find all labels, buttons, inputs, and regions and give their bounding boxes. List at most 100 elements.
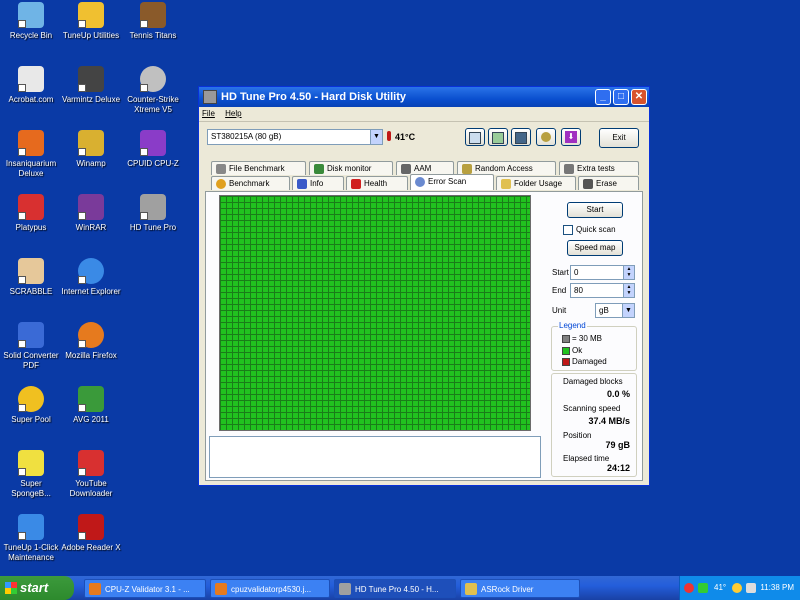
tab-disk-monitor[interactable]: Disk monitor — [309, 161, 393, 175]
legend-swatch-green — [562, 346, 570, 355]
folder-icon — [465, 583, 477, 595]
hd-tune-pro-icon[interactable]: HD Tune Pro — [122, 194, 184, 233]
drive-select[interactable]: ST380215A (80 gB) ▼ — [207, 129, 383, 145]
spin-arrows-icon[interactable]: ▲ ▼ — [623, 266, 634, 279]
acrobat-com-icon[interactable]: Acrobat.com — [0, 66, 62, 105]
legend-item-block-size: = 30 MB — [562, 334, 602, 343]
tennis-titans-icon[interactable]: Tennis Titans — [122, 2, 184, 41]
app-icon — [203, 90, 217, 104]
trash-icon — [583, 178, 593, 189]
tab-file-benchmark[interactable]: File Benchmark — [211, 161, 306, 175]
copy-image-button[interactable] — [488, 128, 508, 146]
folder-icon — [501, 178, 511, 189]
list-icon — [564, 163, 574, 174]
taskbar-item-cpuz-validator[interactable]: CPU-Z Validator 3.1 - ... — [84, 579, 206, 598]
start-field-label: Start — [552, 268, 569, 277]
start-button[interactable]: start — [0, 576, 74, 600]
winrar-icon[interactable]: WinRAR — [60, 194, 122, 233]
youtube-downloader-icon[interactable]: YouTube Downloader — [60, 450, 122, 499]
scanning-speed-value: 37.4 MB/s — [588, 416, 630, 426]
varmintz-icon[interactable]: Varmintz Deluxe — [60, 66, 122, 105]
quick-scan-checkbox[interactable]: Quick scan — [563, 225, 616, 235]
super-spongebob-icon[interactable]: Super SpongeB... — [0, 450, 62, 499]
wrench-icon — [541, 132, 551, 142]
menu-file[interactable]: File — [202, 109, 215, 118]
copy-text-button[interactable] — [465, 128, 485, 146]
taskbar: start CPU-Z Validator 3.1 - ... cpuzvali… — [0, 576, 800, 600]
mozilla-firefox-icon[interactable]: Mozilla Firefox — [60, 322, 122, 361]
tray-safely-remove-icon[interactable] — [746, 583, 756, 593]
minimize-button[interactable]: _ — [595, 89, 611, 105]
firefox-image — [78, 322, 104, 348]
tuneup-1click-icon[interactable]: TuneUp 1-Click Maintenance — [0, 514, 62, 563]
taskbar-item-hdtune[interactable]: HD Tune Pro 4.50 - H... — [334, 579, 456, 598]
avg-2011-icon[interactable]: AVG 2011 — [60, 386, 122, 425]
magnifier-icon — [415, 176, 425, 187]
legend-item-damaged: Damaged — [562, 357, 607, 366]
acrobat-image — [18, 66, 44, 92]
window-title: HD Tune Pro 4.50 - Hard Disk Utility — [221, 91, 407, 103]
clipboard-icon — [492, 132, 504, 144]
position-value: 79 gB — [605, 440, 630, 450]
drive-select-value: ST380215A (80 gB) — [211, 132, 282, 141]
copy-icon — [469, 132, 481, 144]
elapsed-time-label: Elapsed time — [563, 454, 610, 463]
exit-button[interactable]: Exit — [599, 128, 639, 148]
tab-random-access[interactable]: Random Access — [457, 161, 556, 175]
tab-extra-tests[interactable]: Extra tests — [559, 161, 639, 175]
bulb-icon — [216, 178, 226, 189]
tab-benchmark[interactable]: Benchmark — [211, 176, 290, 190]
speed-map-button[interactable]: Speed map — [567, 240, 623, 256]
window-titlebar[interactable]: HD Tune Pro 4.50 - Hard Disk Utility _ □… — [199, 87, 649, 107]
cpuid-cpuz-icon[interactable]: CPUID CPU-Z — [122, 130, 184, 169]
taskbar-item-asrock-driver[interactable]: ASRock Driver — [460, 579, 580, 598]
scrabble-icon[interactable]: SCRABBLE — [0, 258, 62, 297]
menu-help[interactable]: Help — [225, 109, 241, 118]
info-icon — [297, 178, 307, 189]
tray-app-icon[interactable] — [684, 583, 694, 593]
tab-error-scan[interactable]: Error Scan — [410, 174, 494, 190]
down-button[interactable]: ⬇ — [561, 128, 581, 146]
platypus-image — [18, 194, 44, 220]
tab-info[interactable]: Info — [292, 176, 344, 190]
counter-strike-icon[interactable]: Counter-Strike Xtreme V5 — [122, 66, 184, 115]
firefox-icon — [89, 583, 101, 595]
tray-volume-icon[interactable] — [732, 583, 742, 593]
start-field[interactable]: 0 ▲ ▼ — [570, 265, 635, 280]
unit-select[interactable]: gB ▼ — [595, 303, 635, 318]
position-label: Position — [563, 431, 592, 440]
tab-aam[interactable]: AAM — [396, 161, 454, 175]
platypus-icon[interactable]: Platypus — [0, 194, 62, 233]
tuneup-utilities-icon[interactable]: TuneUp Utilities — [60, 2, 122, 41]
tray-network-icon[interactable] — [698, 583, 708, 593]
adobe-reader-icon[interactable]: Adobe Reader X — [60, 514, 122, 553]
recycle-bin-icon[interactable]: Recycle Bin — [0, 2, 62, 41]
solid-converter-icon[interactable]: Solid Converter PDF — [0, 322, 62, 371]
winamp-icon[interactable]: Winamp — [60, 130, 122, 169]
system-tray: 41° 11:38 PM — [679, 576, 800, 600]
legend-swatch-gray — [562, 334, 570, 343]
super-pool-icon[interactable]: Super Pool — [0, 386, 62, 425]
spin-arrows-icon[interactable]: ▲ ▼ — [623, 284, 634, 297]
cpuz-image — [140, 130, 166, 156]
monitor-icon — [314, 163, 324, 174]
tab-folder-usage[interactable]: Folder Usage — [496, 176, 576, 190]
insaniquarium-icon[interactable]: Insaniquarium Deluxe — [0, 130, 62, 179]
tab-erase[interactable]: Erase — [578, 176, 639, 190]
menu-bar: File Help — [199, 107, 649, 122]
save-button[interactable] — [511, 128, 531, 146]
damaged-blocks-label: Damaged blocks — [563, 377, 623, 386]
legend-title: Legend — [558, 321, 587, 330]
insaniquarium-image — [18, 130, 44, 156]
internet-explorer-icon[interactable]: Internet Explorer — [60, 258, 122, 297]
tray-clock[interactable]: 11:38 PM — [760, 576, 794, 600]
taskbar-item-cpuz-image[interactable]: cpuzvalidatorp4530.j... — [210, 579, 330, 598]
maximize-button[interactable]: □ — [613, 89, 629, 105]
start-scan-button[interactable]: Start — [567, 202, 623, 218]
tray-temperature[interactable]: 41° — [714, 576, 726, 600]
end-field[interactable]: 80 ▲ ▼ — [570, 283, 635, 298]
options-button[interactable] — [536, 128, 556, 146]
adobe-reader-image — [78, 514, 104, 540]
close-button[interactable]: ✕ — [631, 89, 647, 105]
tab-health[interactable]: Health — [346, 176, 408, 190]
